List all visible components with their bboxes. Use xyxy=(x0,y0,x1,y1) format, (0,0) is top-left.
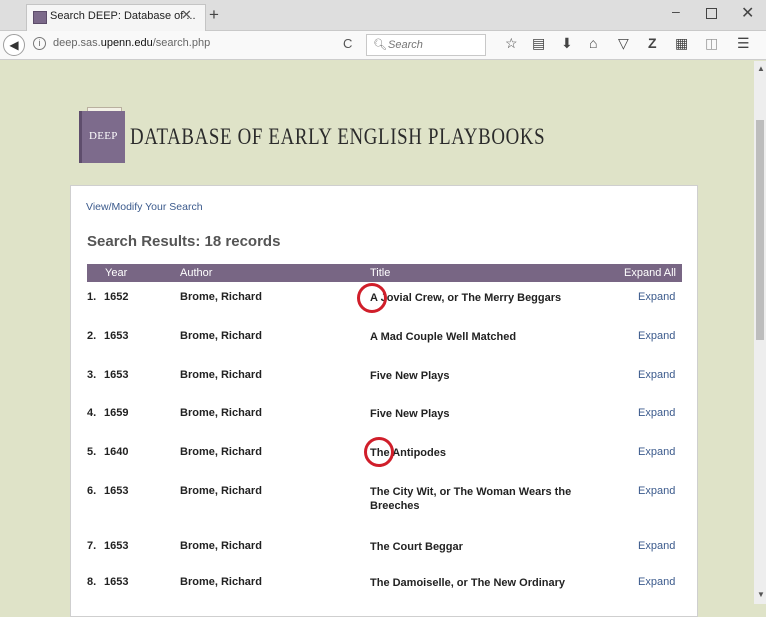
tab-title[interactable]: Search DEEP: Database of ... xyxy=(50,10,196,22)
column-title: Title xyxy=(370,267,391,279)
row-title: The Antipodes xyxy=(370,447,446,459)
row-title: Five New Plays xyxy=(370,370,450,382)
row-title: A Jovial Crew, or The Merry Beggars xyxy=(370,292,562,304)
url-prefix: deep.sas. xyxy=(53,37,101,49)
address-bar[interactable]: deep.sas.upenn.edu/search.php xyxy=(53,37,210,49)
expand-link[interactable]: Expand xyxy=(638,330,675,342)
reload-icon[interactable]: C xyxy=(343,36,352,51)
expand-link[interactable]: Expand xyxy=(638,291,675,303)
row-year: 1659 xyxy=(104,407,129,419)
scrollbar-thumb[interactable] xyxy=(756,120,764,340)
expand-link[interactable]: Expand xyxy=(638,576,675,588)
expand-link[interactable]: Expand xyxy=(638,407,675,419)
close-tab-icon[interactable]: ✕ xyxy=(181,7,192,23)
zotero-icon[interactable]: Z xyxy=(648,35,657,51)
results-heading: Search Results: 18 records xyxy=(87,233,281,250)
download-icon[interactable]: ⬇ xyxy=(561,35,573,52)
row-author: Brome, Richard xyxy=(180,330,262,342)
row-number: 8. xyxy=(87,576,97,588)
row-author: Brome, Richard xyxy=(180,485,262,497)
row-number: 7. xyxy=(87,540,97,552)
row-title: A Mad Couple Well Matched xyxy=(370,331,517,343)
maximize-icon[interactable] xyxy=(706,8,717,19)
row-title: Five New Plays xyxy=(370,408,450,420)
info-icon[interactable]: i xyxy=(33,37,46,50)
scroll-up-icon[interactable]: ▲ xyxy=(757,64,765,73)
qr-code-icon[interactable]: ▦ xyxy=(675,35,688,52)
bookmark-star-icon[interactable]: ☆ xyxy=(505,35,518,52)
row-number: 2. xyxy=(87,330,97,342)
url-domain: upenn.edu xyxy=(100,37,153,49)
search-icon: 🔍︎ xyxy=(373,39,387,51)
home-icon[interactable]: ⌂ xyxy=(589,35,597,51)
row-author: Brome, Richard xyxy=(180,540,262,552)
search-box[interactable]: 🔍︎ xyxy=(366,34,486,56)
search-input[interactable] xyxy=(386,36,485,54)
modify-search-link[interactable]: View/Modify Your Search xyxy=(86,201,203,213)
expand-link[interactable]: Expand xyxy=(638,446,675,458)
deep-favicon-icon xyxy=(33,11,47,24)
highlight-circle xyxy=(364,437,394,467)
row-number: 5. xyxy=(87,446,97,458)
highlight-circle xyxy=(357,283,387,313)
row-number: 6. xyxy=(87,485,97,497)
row-author: Brome, Richard xyxy=(180,369,262,381)
menu-icon[interactable]: ☰ xyxy=(737,35,750,52)
row-year: 1653 xyxy=(104,576,129,588)
row-author: Brome, Richard xyxy=(180,407,262,419)
pocket-icon[interactable]: ▽ xyxy=(618,35,629,52)
row-author: Brome, Richard xyxy=(180,291,262,303)
row-number: 4. xyxy=(87,407,97,419)
row-title: The City Wit, or The Woman Wears the Bre… xyxy=(370,486,572,512)
column-author: Author xyxy=(180,267,213,279)
expand-link[interactable]: Expand xyxy=(638,540,675,552)
logo-text: DEEP xyxy=(89,130,118,142)
table-header: Year Author Title Expand All xyxy=(87,264,682,282)
row-year: 1653 xyxy=(104,369,129,381)
reading-list-icon[interactable]: ▤ xyxy=(532,35,545,52)
expand-link[interactable]: Expand xyxy=(638,369,675,381)
expand-all-link[interactable]: Expand All xyxy=(624,267,676,279)
extension-icon[interactable]: ◫ xyxy=(705,35,718,52)
row-title: The Court Beggar xyxy=(370,541,463,553)
row-number: 3. xyxy=(87,369,97,381)
row-year: 1653 xyxy=(104,485,129,497)
row-year: 1653 xyxy=(104,330,129,342)
site-title: DATABASE OF EARLY ENGLISH PLAYBOOKS xyxy=(130,124,546,149)
minimize-icon[interactable]: – xyxy=(672,3,680,19)
new-tab-icon[interactable]: + xyxy=(209,5,219,25)
deep-logo[interactable]: DEEP xyxy=(79,111,125,163)
row-title: The Damoiselle, or The New Ordinary xyxy=(370,577,565,589)
row-year: 1653 xyxy=(104,540,129,552)
row-author: Brome, Richard xyxy=(180,446,262,458)
scroll-down-icon[interactable]: ▼ xyxy=(757,590,765,599)
navigation-bar: ◀ i deep.sas.upenn.edu/search.php C 🔍︎ ☆… xyxy=(0,31,766,60)
row-year: 1652 xyxy=(104,291,129,303)
window-close-icon[interactable]: ✕ xyxy=(741,3,754,23)
column-year: Year xyxy=(105,267,128,279)
row-author: Brome, Richard xyxy=(180,576,262,588)
row-number: 1. xyxy=(87,291,97,303)
url-path: /search.php xyxy=(152,37,211,49)
tab-bar: Search DEEP: Database of ... ✕ + – ✕ xyxy=(0,0,766,31)
row-year: 1640 xyxy=(104,446,129,458)
expand-link[interactable]: Expand xyxy=(638,485,675,497)
back-icon[interactable]: ◀ xyxy=(3,34,25,56)
